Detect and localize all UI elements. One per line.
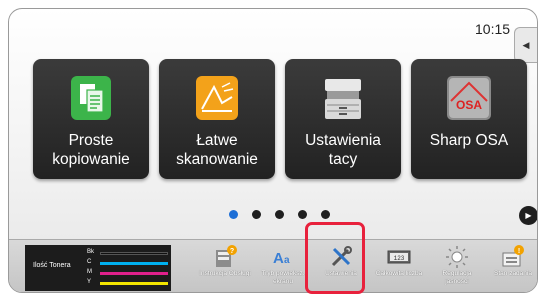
settings-button[interactable]: Ustawienia <box>315 240 367 292</box>
svg-text:a: a <box>284 255 290 266</box>
next-page-button[interactable]: ▶ <box>519 206 537 225</box>
tools-settings-icon <box>331 246 352 267</box>
tile-label-line2: kopiowanie <box>52 151 130 168</box>
brightness-icon <box>446 246 468 268</box>
tile-easy-copy[interactable]: Proste kopiowanie <box>33 59 149 179</box>
scan-icon <box>196 76 238 120</box>
toner-label: Bk <box>87 249 95 255</box>
tile-label-line2: tacy <box>328 151 358 168</box>
tile-label-line2: skanowanie <box>176 151 258 168</box>
copy-document-icon <box>71 76 111 120</box>
total-count-label: Całkowita liczba <box>375 270 423 277</box>
manual-book-icon: ? <box>216 245 237 267</box>
toner-label: C <box>87 259 92 265</box>
tile-tray-settings-label: Ustawienia tacy <box>285 131 401 169</box>
tile-easy-scan-label: Łatwe skanowanie <box>159 131 275 169</box>
tile-easy-scan[interactable]: Łatwe skanowanie <box>159 59 275 179</box>
job-status-label: Stan zadania <box>494 270 532 277</box>
tile-label-line1: Ustawienia <box>305 132 381 149</box>
page-indicator <box>229 207 339 221</box>
zoom-text-icon: A a <box>273 250 290 267</box>
counter-display-icon: 123 <box>387 250 411 264</box>
manual-label: Instrukcja Obsługi <box>199 270 251 277</box>
brightness-label: Regulacja jasności <box>442 270 472 285</box>
total-count-button[interactable]: 123 Całkowita liczba <box>373 240 425 292</box>
manual-button[interactable]: ? Instrukcja Obsługi <box>199 240 251 292</box>
toner-bar-black <box>100 252 168 255</box>
brightness-button[interactable]: Regulacja jasności <box>431 240 483 292</box>
touch-panel-screen: 10:15 ◀ Proste kopiowanie Łatwe skanowan… <box>8 8 538 293</box>
printer-tray-icon <box>325 79 361 119</box>
side-panel-tab[interactable]: ◀ <box>514 27 537 63</box>
bottom-action-bar: Ilość Tonera Bk C M Y ? Instrukcja Obsłu… <box>9 239 537 292</box>
toner-bar-cyan <box>100 262 168 265</box>
svg-text:A: A <box>273 250 284 267</box>
tile-tray-settings[interactable]: Ustawienia tacy <box>285 59 401 179</box>
page-dot[interactable] <box>252 210 261 219</box>
tile-label-line1: Sharp OSA <box>429 132 509 149</box>
play-arrow-icon: ▶ <box>525 211 532 220</box>
home-tiles: Proste kopiowanie Łatwe skanowanie Ustaw… <box>33 59 527 179</box>
page-dot-active[interactable] <box>229 210 238 219</box>
side-panel-arrow-icon: ◀ <box>522 39 530 50</box>
page-dot[interactable] <box>275 210 284 219</box>
tile-sharp-osa-label: Sharp OSA <box>411 131 527 150</box>
toner-bar-magenta <box>100 272 168 275</box>
sharp-osa-icon: OSA <box>447 76 491 120</box>
page-dot[interactable] <box>298 210 307 219</box>
svg-text:123: 123 <box>394 255 405 262</box>
status-bar: 10:15 <box>9 9 537 57</box>
svg-text:OSA: OSA <box>456 98 482 112</box>
toner-bar-yellow <box>100 282 168 285</box>
toner-quantity-panel[interactable]: Ilość Tonera Bk C M Y <box>25 245 171 291</box>
job-status-icon: ! <box>502 245 524 267</box>
zoom-mode-label: Tryb powieksz. ekranu <box>261 270 305 285</box>
tile-label-line1: Proste <box>68 132 114 149</box>
zoom-mode-button[interactable]: A a Tryb powieksz. ekranu <box>257 240 309 292</box>
clock: 10:15 <box>475 21 511 37</box>
tile-sharp-osa[interactable]: OSA Sharp OSA <box>411 59 527 179</box>
tile-label-line1: Łatwe <box>196 132 238 149</box>
job-status-button[interactable]: ! Stan zadania <box>487 240 537 292</box>
toner-title: Ilość Tonera <box>33 262 71 269</box>
toner-label: M <box>87 269 92 275</box>
settings-label: Ustawienia <box>325 270 357 277</box>
tile-easy-copy-label: Proste kopiowanie <box>33 131 149 169</box>
svg-text:!: ! <box>518 248 520 255</box>
toner-label: Y <box>87 279 92 285</box>
svg-text:?: ? <box>230 248 234 255</box>
page-dot[interactable] <box>321 210 330 219</box>
